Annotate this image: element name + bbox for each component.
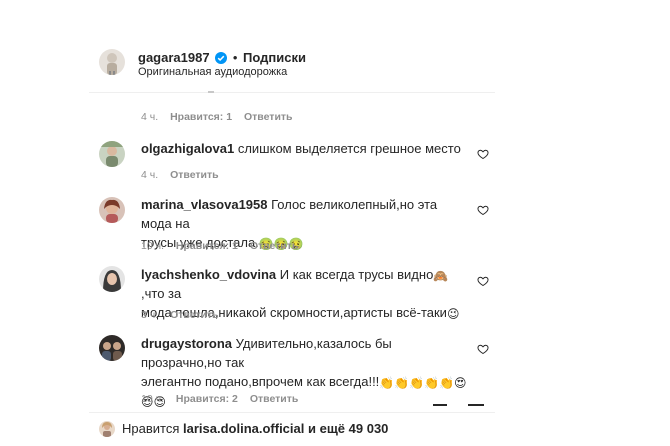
- liked-by-username[interactable]: larisa.dolina.official: [183, 421, 304, 436]
- commenter-username[interactable]: marina_vlasova1958: [141, 197, 267, 212]
- reply-button[interactable]: Ответить: [250, 240, 299, 252]
- commenter-avatar[interactable]: [99, 266, 125, 292]
- verified-badge-icon: [215, 52, 228, 67]
- commenter-avatar[interactable]: [99, 335, 125, 361]
- author-username[interactable]: gagara1987: [138, 50, 210, 65]
- commenter-avatar[interactable]: [99, 197, 125, 223]
- comment-time: 3 ч.: [141, 309, 159, 321]
- comment-meta: 4 ч. Ответить: [141, 169, 228, 181]
- comment-meta: 10 ч. Нравится: 1 Ответить: [141, 240, 307, 252]
- likes-count-link[interactable]: Нравится: 1: [170, 111, 232, 123]
- author-avatar[interactable]: [99, 49, 125, 75]
- comment-text-line2: элегантно подано,впрочем как всегда!!!: [141, 374, 380, 389]
- comment-time: 4 ч.: [141, 111, 159, 123]
- prev-comment-meta: 4 ч. Нравится: 1 Ответить: [141, 111, 302, 123]
- emoji-clapping-hands: 👏👏👏👏👏😍: [379, 376, 467, 390]
- likes-count-link[interactable]: Нравится: 1: [176, 240, 238, 252]
- commenter-avatar[interactable]: [99, 141, 125, 167]
- heart-icon[interactable]: [477, 275, 489, 287]
- follow-button[interactable]: Подписки: [243, 50, 306, 65]
- header-separator: •: [232, 50, 238, 65]
- likes-prefix: Нравится: [122, 421, 180, 436]
- commenter-username[interactable]: olgazhigalova1: [141, 141, 234, 156]
- comment-time: 10 ч.: [141, 393, 164, 405]
- heart-icon[interactable]: [477, 343, 489, 355]
- post-header: gagara1987 • Подписки: [138, 50, 306, 67]
- comment-like-button[interactable]: [477, 274, 489, 292]
- heart-icon[interactable]: [477, 148, 489, 160]
- comment-like-button[interactable]: [477, 203, 489, 221]
- audio-label[interactable]: Оригинальная аудиодорожка: [138, 66, 287, 78]
- comment-time: 10 ч.: [141, 240, 164, 252]
- reply-button[interactable]: Ответить: [250, 393, 299, 405]
- likes-count-link[interactable]: Нравится: 2: [176, 393, 238, 405]
- comment-text-line1: И как всегда трусы видно: [279, 267, 434, 282]
- heart-icon[interactable]: [477, 204, 489, 216]
- comment-like-button[interactable]: [477, 342, 489, 360]
- commenter-username[interactable]: drugaystorona: [141, 336, 232, 351]
- loading-indicator: [433, 404, 447, 406]
- likes-summary: Нравится larisa.dolina.official и ещё 49…: [122, 421, 388, 436]
- likes-others-link[interactable]: и ещё 49 030: [308, 421, 388, 436]
- reply-button[interactable]: Ответить: [170, 309, 219, 321]
- comment-text-line1-end: ,что за: [141, 286, 182, 301]
- comment-body: olgazhigalova1 слишком выделяется грешно…: [141, 139, 471, 158]
- commenter-username[interactable]: lyachshenko_vdovina: [141, 267, 276, 282]
- comment-like-button[interactable]: [477, 147, 489, 165]
- footer-divider: [89, 412, 495, 413]
- liker-avatar[interactable]: [99, 421, 115, 437]
- reply-button[interactable]: Ответить: [170, 169, 219, 181]
- comment-time: 4 ч.: [141, 169, 159, 181]
- reply-button[interactable]: Ответить: [244, 111, 293, 123]
- scroll-fade: [208, 91, 214, 93]
- comment-meta: 3 ч. Ответить: [141, 309, 228, 321]
- comment-meta: 10 ч. Нравится: 2 Ответить: [141, 393, 307, 405]
- emoji-see-no-evil: 🙈: [433, 269, 449, 283]
- loading-indicator: [468, 404, 484, 406]
- comment-text: слишком выделяется грешное место: [237, 141, 461, 156]
- header-divider: [89, 92, 495, 93]
- emoji-wink: 😉: [446, 307, 460, 321]
